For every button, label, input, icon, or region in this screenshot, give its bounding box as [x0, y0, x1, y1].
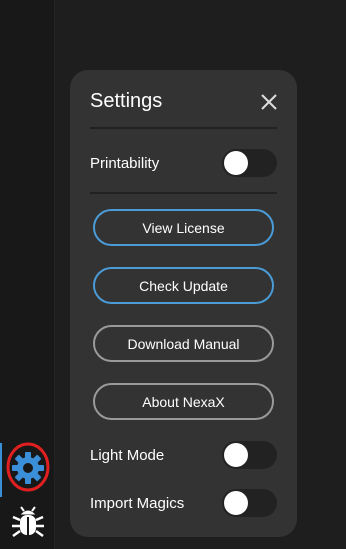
import-magics-toggle[interactable]	[222, 489, 277, 517]
toggle-knob	[224, 443, 248, 467]
download-manual-button[interactable]: Download Manual	[93, 325, 274, 362]
bug-icon	[12, 506, 44, 538]
toggle-knob	[224, 491, 248, 515]
about-button[interactable]: About NexaX	[93, 383, 274, 420]
settings-panel: Settings Printability View License Check…	[70, 70, 297, 537]
sidebar-item-settings[interactable]	[5, 442, 51, 492]
printability-label: Printability	[90, 155, 160, 172]
sidebar	[0, 0, 55, 549]
gear-icon	[6, 442, 50, 492]
toggle-knob	[224, 151, 248, 175]
panel-title: Settings	[90, 90, 163, 112]
sidebar-active-indicator	[0, 443, 2, 497]
sidebar-item-debug[interactable]	[10, 506, 46, 542]
close-icon	[261, 94, 277, 110]
close-button[interactable]	[258, 91, 280, 113]
divider	[90, 127, 277, 129]
view-license-button[interactable]: View License	[93, 209, 274, 246]
divider	[90, 192, 277, 194]
light-mode-toggle[interactable]	[222, 441, 277, 469]
printability-toggle[interactable]	[222, 149, 277, 177]
import-magics-label: Import Magics	[90, 495, 185, 512]
light-mode-label: Light Mode	[90, 447, 165, 464]
check-update-button[interactable]: Check Update	[93, 267, 274, 304]
